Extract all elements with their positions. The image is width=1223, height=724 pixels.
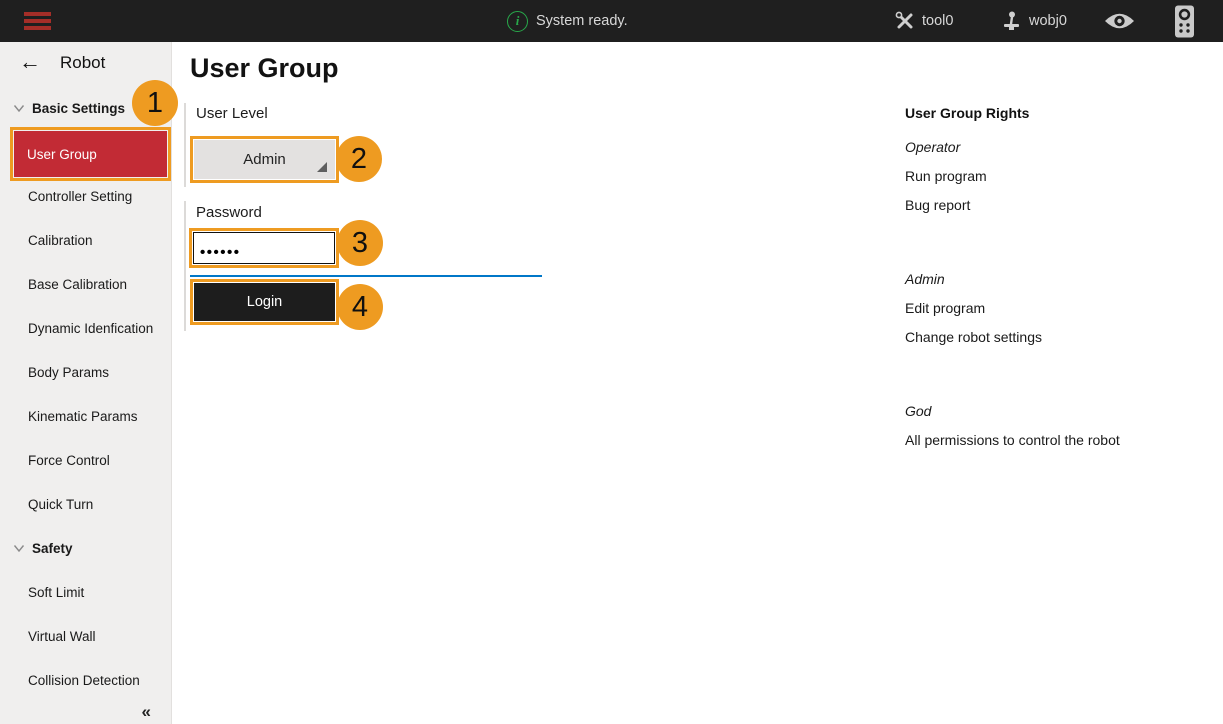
rights-title: User Group Rights	[905, 105, 1029, 121]
item-label: Soft Limit	[28, 585, 84, 600]
rights-item: Change robot settings	[905, 329, 1042, 345]
menu-icon[interactable]	[24, 12, 51, 30]
login-label: Login	[247, 294, 282, 310]
sidebar-item-user-group[interactable]: User Group	[14, 131, 167, 177]
section-label: Basic Settings	[32, 101, 125, 116]
item-label: Base Calibration	[28, 277, 127, 292]
item-label: User Group	[27, 147, 97, 162]
item-label: Kinematic Params	[28, 409, 138, 424]
teach-pendant-icon	[1174, 5, 1195, 38]
joystick-icon	[1000, 10, 1022, 32]
user-level-label: User Level	[196, 105, 268, 122]
tool-label: tool0	[922, 13, 953, 29]
item-label: Controller Setting	[28, 189, 132, 204]
status-text: System ready.	[536, 13, 628, 29]
system-status: i System ready.	[507, 0, 628, 42]
sidebar-item-quick-turn[interactable]: Quick Turn	[0, 482, 172, 526]
password-label: Password	[196, 204, 262, 221]
step-marker-3: 3	[337, 220, 383, 266]
group-divider	[184, 201, 186, 331]
rights-item: Bug report	[905, 197, 970, 213]
sidebar-item-body-params[interactable]: Body Params	[0, 350, 172, 394]
wobj-selector[interactable]: wobj0	[1000, 0, 1067, 42]
sidebar-header: ← Robot	[0, 42, 172, 86]
sidebar-item-calibration[interactable]: Calibration	[0, 218, 172, 262]
tool-selector[interactable]: tool0	[895, 0, 953, 42]
chevron-down-icon	[13, 104, 25, 113]
password-dots: ••••••	[200, 244, 241, 261]
item-label: Virtual Wall	[28, 629, 96, 644]
focus-underline	[190, 275, 542, 277]
sidebar-item-dynamic-idenfication[interactable]: Dynamic Idenfication	[0, 306, 172, 350]
rights-item: Run program	[905, 168, 987, 184]
group-divider	[184, 103, 186, 187]
annotation-box-3: ••••••	[189, 228, 339, 268]
annotation-box-4: Login	[190, 279, 339, 325]
page-title: User Group	[190, 53, 339, 84]
step-marker-1: 1	[132, 80, 178, 126]
sidebar-item-base-calibration[interactable]: Base Calibration	[0, 262, 172, 306]
item-label: Body Params	[28, 365, 109, 380]
crossed-tools-icon	[895, 11, 915, 31]
rights-group-god: God	[905, 403, 931, 419]
pendant-button[interactable]	[1174, 0, 1195, 42]
annotation-box-2: Admin	[190, 136, 339, 183]
password-input[interactable]: ••••••	[193, 232, 335, 264]
sidebar-section-safety[interactable]: Safety	[0, 526, 172, 570]
rights-item: All permissions to control the robot	[905, 432, 1120, 448]
item-label: Force Control	[28, 453, 110, 468]
eye-icon	[1104, 11, 1135, 31]
user-level-value: Admin	[243, 151, 286, 168]
dropdown-corner-icon	[317, 162, 327, 172]
login-button[interactable]: Login	[194, 283, 335, 321]
item-label: Calibration	[28, 233, 93, 248]
item-label: Quick Turn	[28, 497, 93, 512]
chevron-down-icon	[13, 544, 25, 553]
back-arrow-icon[interactable]: ←	[19, 49, 41, 75]
item-label: Dynamic Idenfication	[28, 321, 153, 336]
sidebar-item-soft-limit[interactable]: Soft Limit	[0, 570, 172, 614]
step-marker-2: 2	[336, 136, 382, 182]
sidebar-item-collision-detection[interactable]: Collision Detection	[0, 658, 172, 702]
section-label: Safety	[32, 541, 73, 556]
rights-group-operator: Operator	[905, 139, 960, 155]
user-level-dropdown[interactable]: Admin	[194, 140, 335, 179]
item-label: Collision Detection	[28, 673, 140, 688]
view-toggle[interactable]	[1104, 0, 1135, 42]
step-marker-4: 4	[337, 284, 383, 330]
wobj-label: wobj0	[1029, 13, 1067, 29]
rights-item: Edit program	[905, 300, 985, 316]
info-icon: i	[507, 11, 528, 32]
sidebar-item-virtual-wall[interactable]: Virtual Wall	[0, 614, 172, 658]
rights-group-admin: Admin	[905, 271, 945, 287]
annotation-box-1: User Group	[10, 127, 171, 181]
sidebar-collapse-icon[interactable]: «	[142, 702, 151, 722]
sidebar-title: Robot	[60, 53, 105, 73]
top-bar: i System ready. tool0 wobj0	[0, 0, 1223, 42]
sidebar-item-kinematic-params[interactable]: Kinematic Params	[0, 394, 172, 438]
sidebar-item-force-control[interactable]: Force Control	[0, 438, 172, 482]
